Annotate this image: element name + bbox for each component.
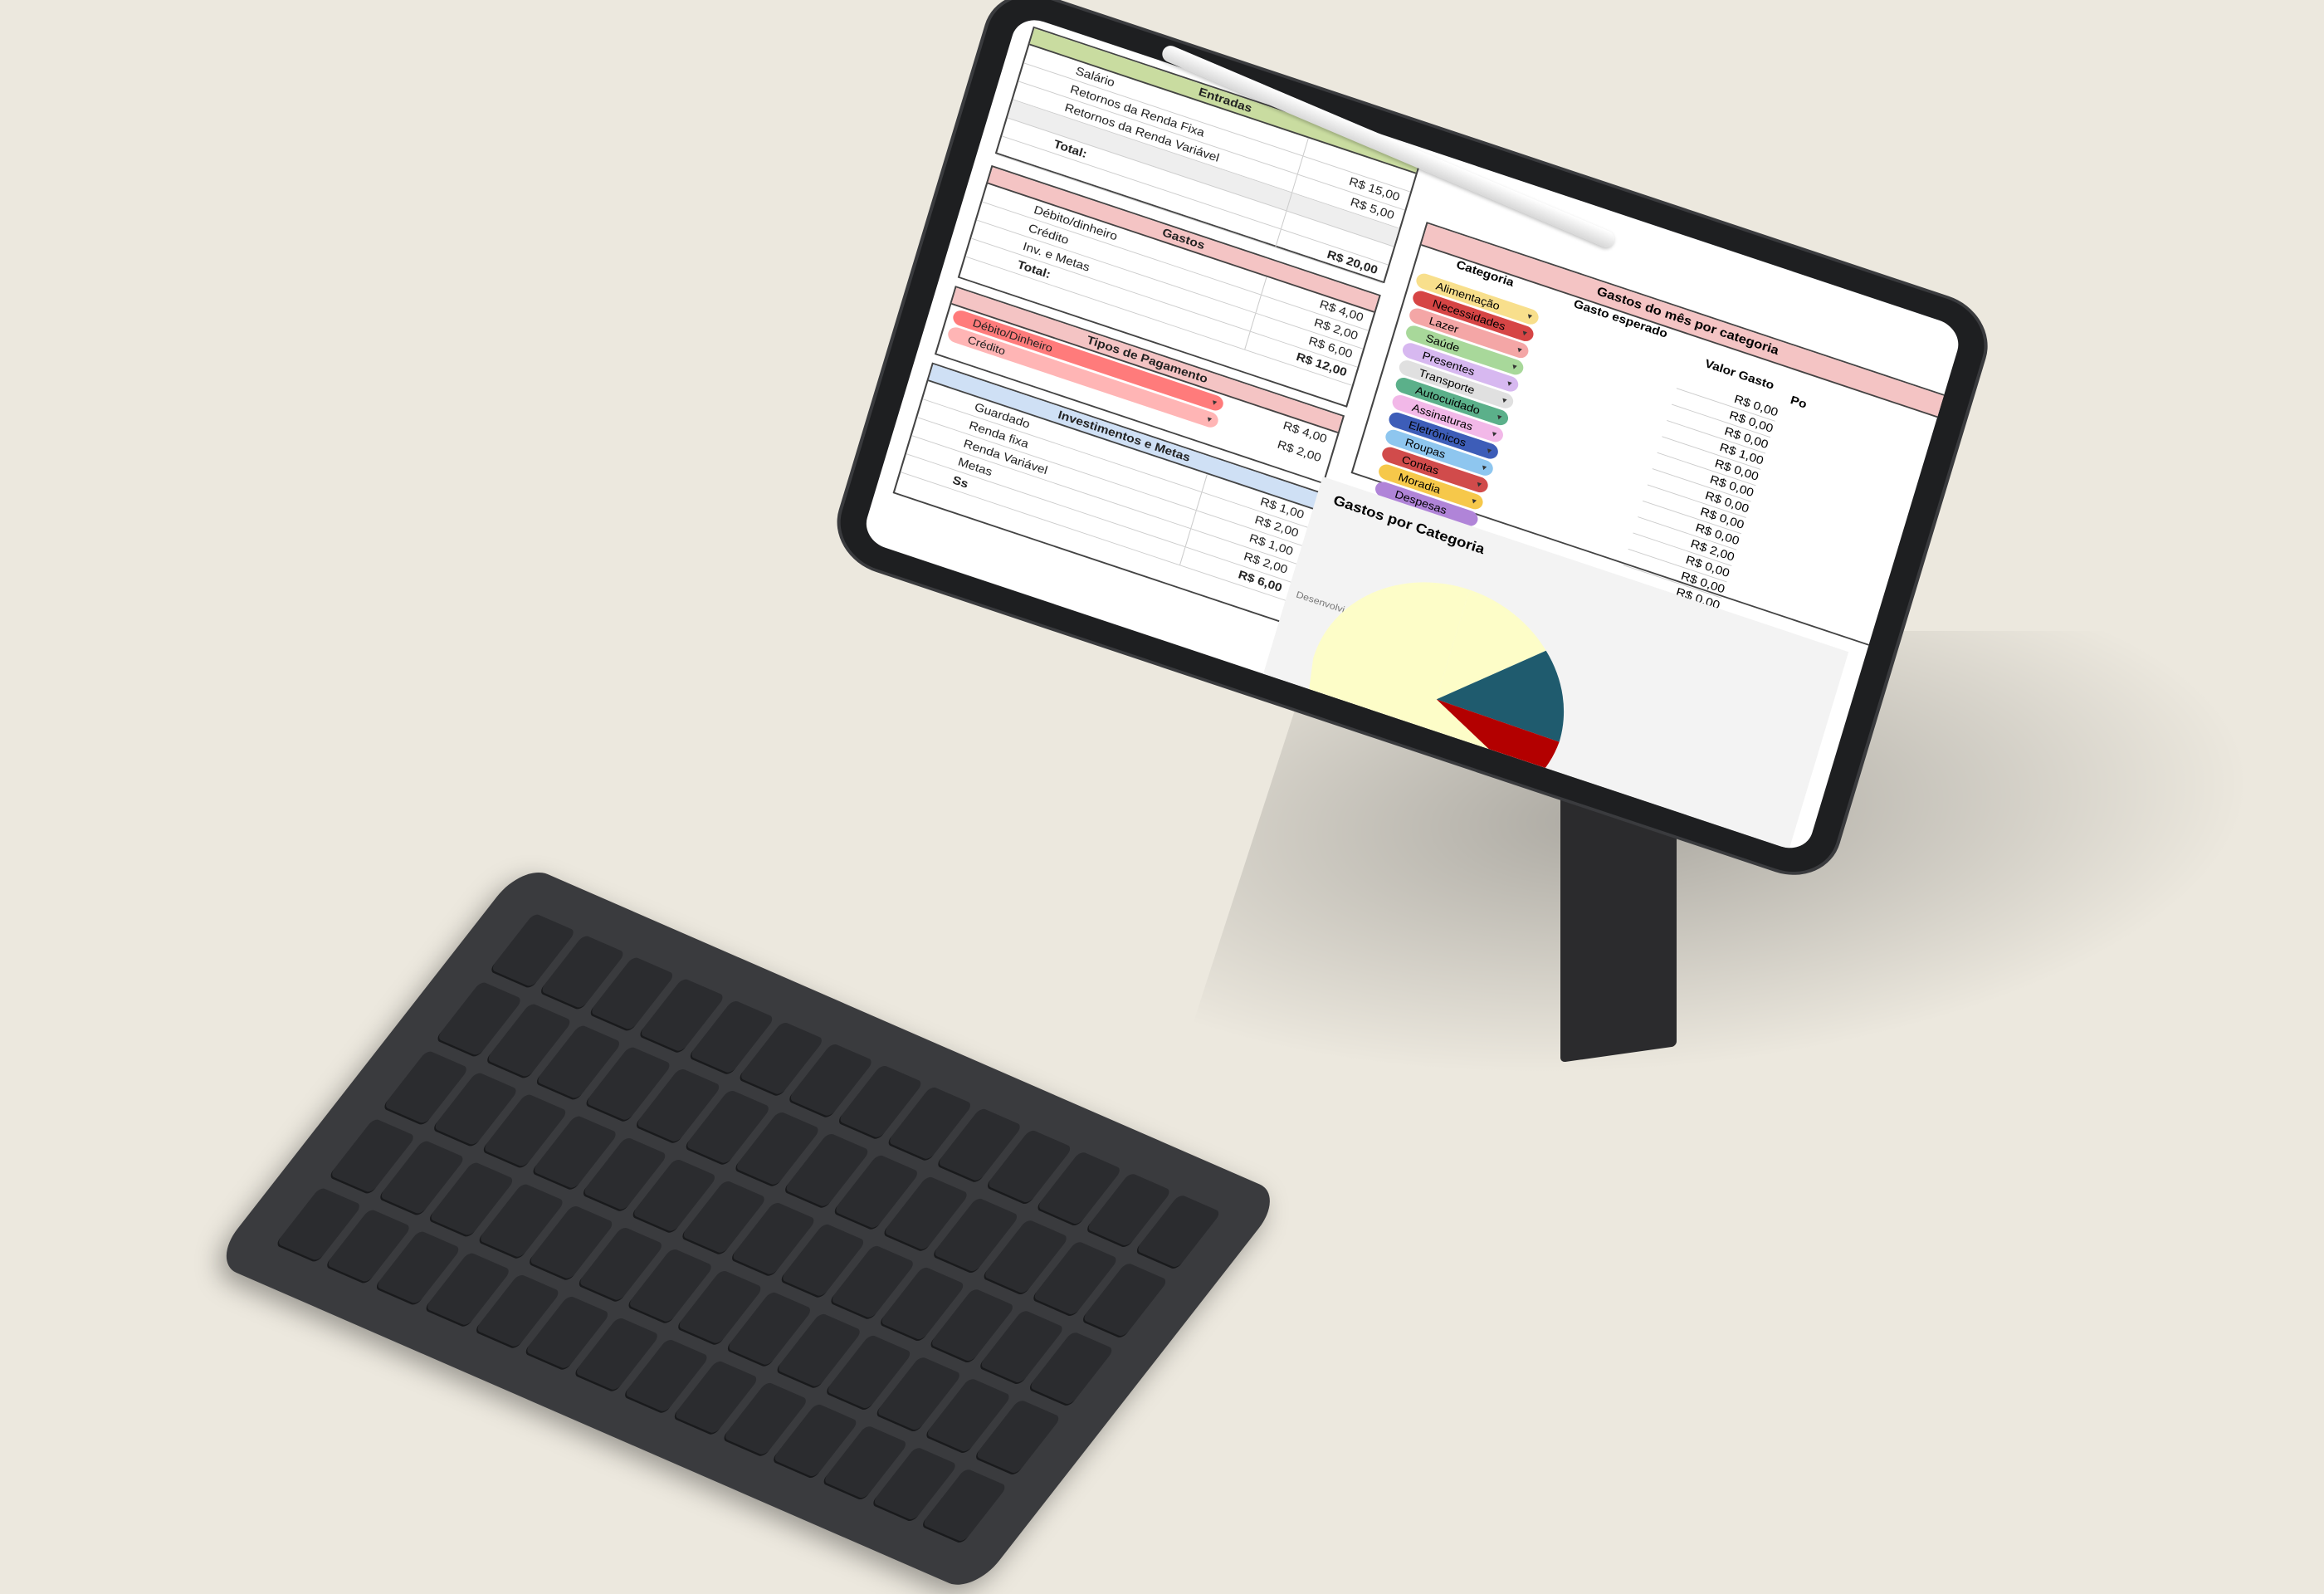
smart-keyboard[interactable]	[211, 863, 1285, 1594]
key-grid[interactable]	[275, 912, 1222, 1545]
spreadsheet-screen[interactable]: Entradas Salário Retornos da Renda Fixa R…	[860, 13, 1965, 855]
